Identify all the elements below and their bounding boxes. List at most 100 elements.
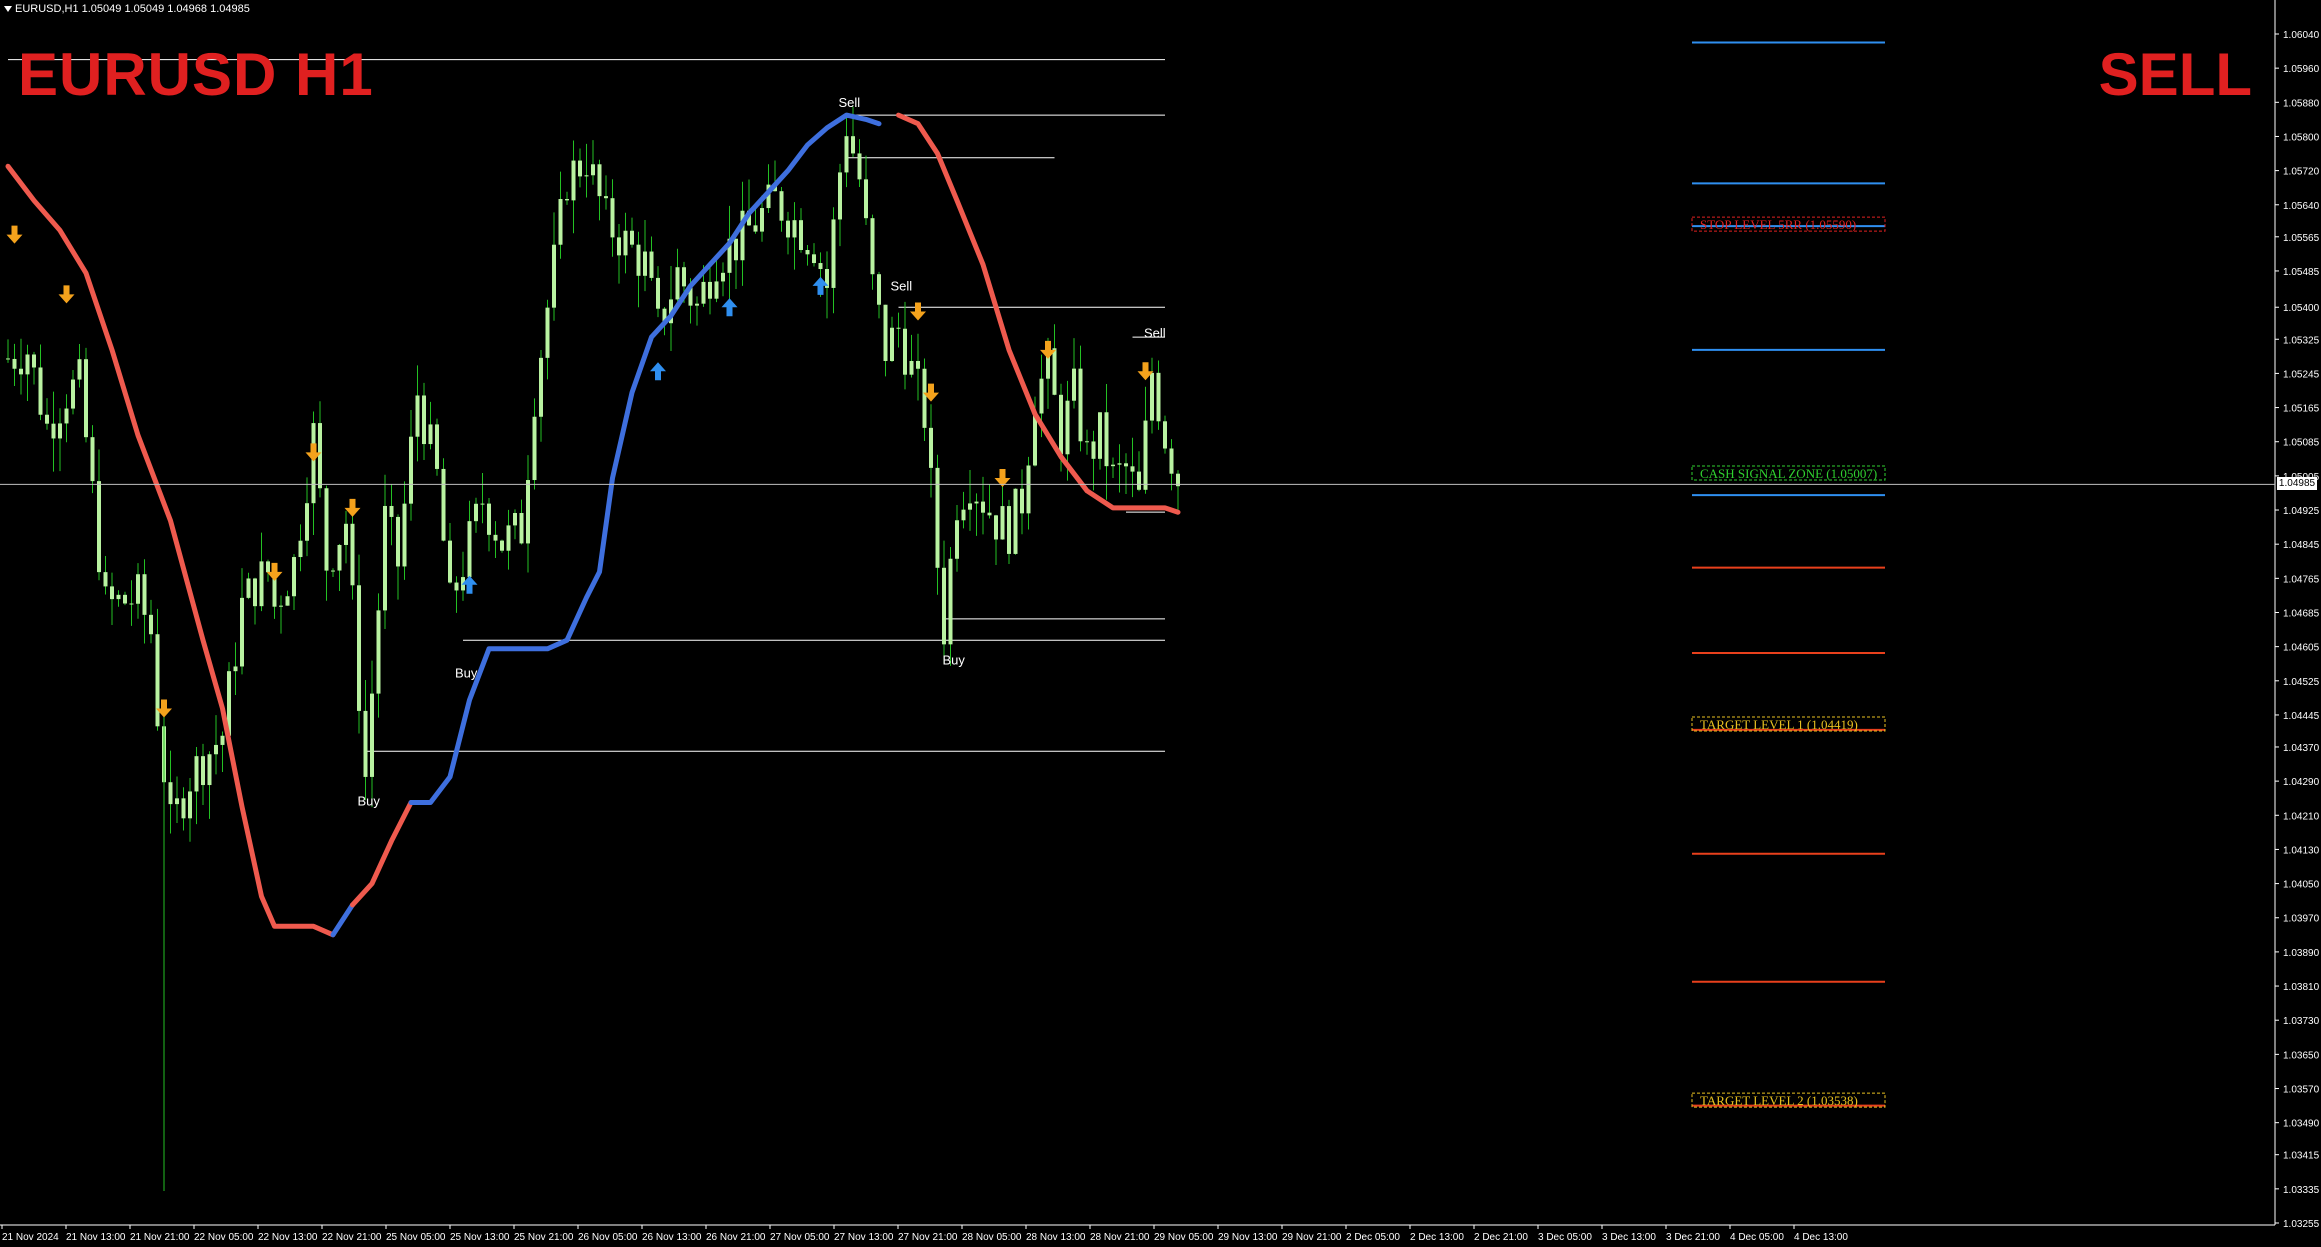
time-tick-label: 3 Dec 05:00 (1538, 1232, 1592, 1243)
price-tick-label: 1.03730 (2283, 1016, 2320, 1027)
candle-body (246, 578, 251, 598)
price-tick-label: 1.04445 (2283, 711, 2320, 722)
candle-body (571, 160, 576, 201)
right-level-lines (1692, 41, 1885, 1107)
candle-body (994, 515, 998, 540)
candle-body (558, 199, 563, 245)
ma-segment-down (350, 800, 414, 908)
dropdown-triangle-icon[interactable] (4, 6, 12, 13)
candle-body (331, 570, 335, 572)
level-label: CASH SIGNAL ZONE (1.05007) (1700, 466, 1877, 481)
candle-body (84, 359, 88, 438)
candle-body (792, 220, 797, 238)
candle-body (519, 513, 524, 544)
price-tick-label: 1.03490 (2283, 1119, 2320, 1130)
candle-body (734, 238, 738, 261)
sell-arrow-icon (344, 498, 361, 517)
price-tick-label: 1.04845 (2283, 540, 2320, 551)
candle-body (961, 509, 966, 521)
candle-body (1137, 471, 1141, 490)
candle-body (383, 505, 387, 611)
candle-body (155, 634, 160, 727)
candle-body (929, 427, 933, 468)
candle-body (454, 582, 459, 591)
info-text: EURUSD,H1 1.05049 1.05049 1.04968 1.0498… (15, 3, 250, 15)
candle-body (1007, 506, 1011, 554)
candle-body (695, 303, 699, 306)
candle-body (922, 368, 927, 428)
candle-body (38, 367, 43, 415)
price-tick-label: 1.03890 (2283, 948, 2320, 959)
axes: 1.06040 1.05960 1.05880 1.05800 1.05720 1.056… (0, 0, 2320, 1243)
candle-body (487, 503, 491, 535)
price-tick-label: 1.04130 (2283, 845, 2320, 856)
candle-body (25, 354, 30, 375)
candle-body (1033, 413, 1037, 466)
price-tick-label: 1.05165 (2283, 404, 2320, 415)
time-tick-label: 25 Nov 05:00 (386, 1232, 446, 1243)
candle-body (513, 513, 517, 526)
candle-body (1013, 488, 1018, 554)
time-tick-label: 25 Nov 13:00 (450, 1232, 510, 1243)
candle-body (129, 603, 134, 605)
candle-body (597, 164, 602, 197)
candle-body (467, 521, 472, 578)
candle-body (630, 230, 634, 245)
candle-body (1098, 412, 1102, 459)
candle-body (1085, 441, 1089, 443)
candle-body (1065, 400, 1070, 455)
candle-body (389, 505, 394, 517)
time-tick-label: 3 Dec 21:00 (1666, 1232, 1720, 1243)
price-tick-label: 1.05960 (2283, 64, 2320, 75)
candle-body (1156, 372, 1161, 422)
candle-body (643, 251, 647, 276)
candle-body (123, 594, 127, 604)
price-tick-label: 1.05085 (2283, 438, 2320, 449)
candle-body (1039, 378, 1044, 414)
candle-body (1000, 506, 1005, 540)
candle-body (64, 408, 69, 424)
price-tick-label: 1.03810 (2283, 982, 2320, 993)
candle-body (1130, 466, 1135, 472)
signal-arrows (6, 225, 1154, 718)
candle-body (948, 558, 953, 645)
candle-body (786, 220, 790, 238)
candle-body (350, 523, 355, 586)
candle-body (831, 219, 836, 288)
time-tick-label: 4 Dec 05:00 (1730, 1232, 1784, 1243)
candle-body (220, 735, 225, 745)
sell-label: Sell (891, 279, 913, 294)
price-tick-label: 1.05880 (2283, 98, 2320, 109)
candle-body (968, 503, 972, 510)
candle-body (116, 594, 121, 600)
candle-body (402, 503, 407, 567)
candle-body (604, 196, 608, 199)
price-chart[interactable]: Sell Sell Sell Buy Buy Buy STOP LEVEL 5RR (1.… (0, 0, 2321, 1247)
level-label: TARGET LEVEL 1 (1.04419) (1700, 717, 1858, 732)
ma-segment-up (330, 902, 355, 938)
time-tick-label: 28 Nov 13:00 (1026, 1232, 1086, 1243)
candle-body (58, 423, 62, 439)
candle-body (441, 468, 446, 541)
symbol-timeframe-label: EURUSD H1 (18, 41, 374, 108)
candle-body (110, 586, 114, 600)
ma-segment-down (896, 112, 1181, 515)
candle-body (1104, 412, 1109, 467)
price-tick-label: 1.05245 (2283, 369, 2320, 380)
candle-body (539, 357, 543, 417)
candle-body (474, 503, 478, 522)
candle-body (1143, 420, 1148, 490)
price-tick-label: 1.04925 (2283, 506, 2320, 517)
price-tick-label: 1.03255 (2283, 1219, 2320, 1230)
candle-body (1124, 463, 1128, 467)
candle-body (623, 230, 628, 256)
candle-body (136, 574, 140, 604)
candle-body (142, 574, 147, 615)
time-tick-label: 2 Dec 13:00 (1410, 1232, 1464, 1243)
candle-body (955, 520, 959, 559)
candle-body (864, 179, 868, 219)
candle-body (318, 423, 322, 489)
time-tick-label: 4 Dec 13:00 (1794, 1232, 1848, 1243)
price-tick-label: 1.03415 (2283, 1151, 2320, 1162)
price-tick-label: 1.03650 (2283, 1050, 2320, 1061)
